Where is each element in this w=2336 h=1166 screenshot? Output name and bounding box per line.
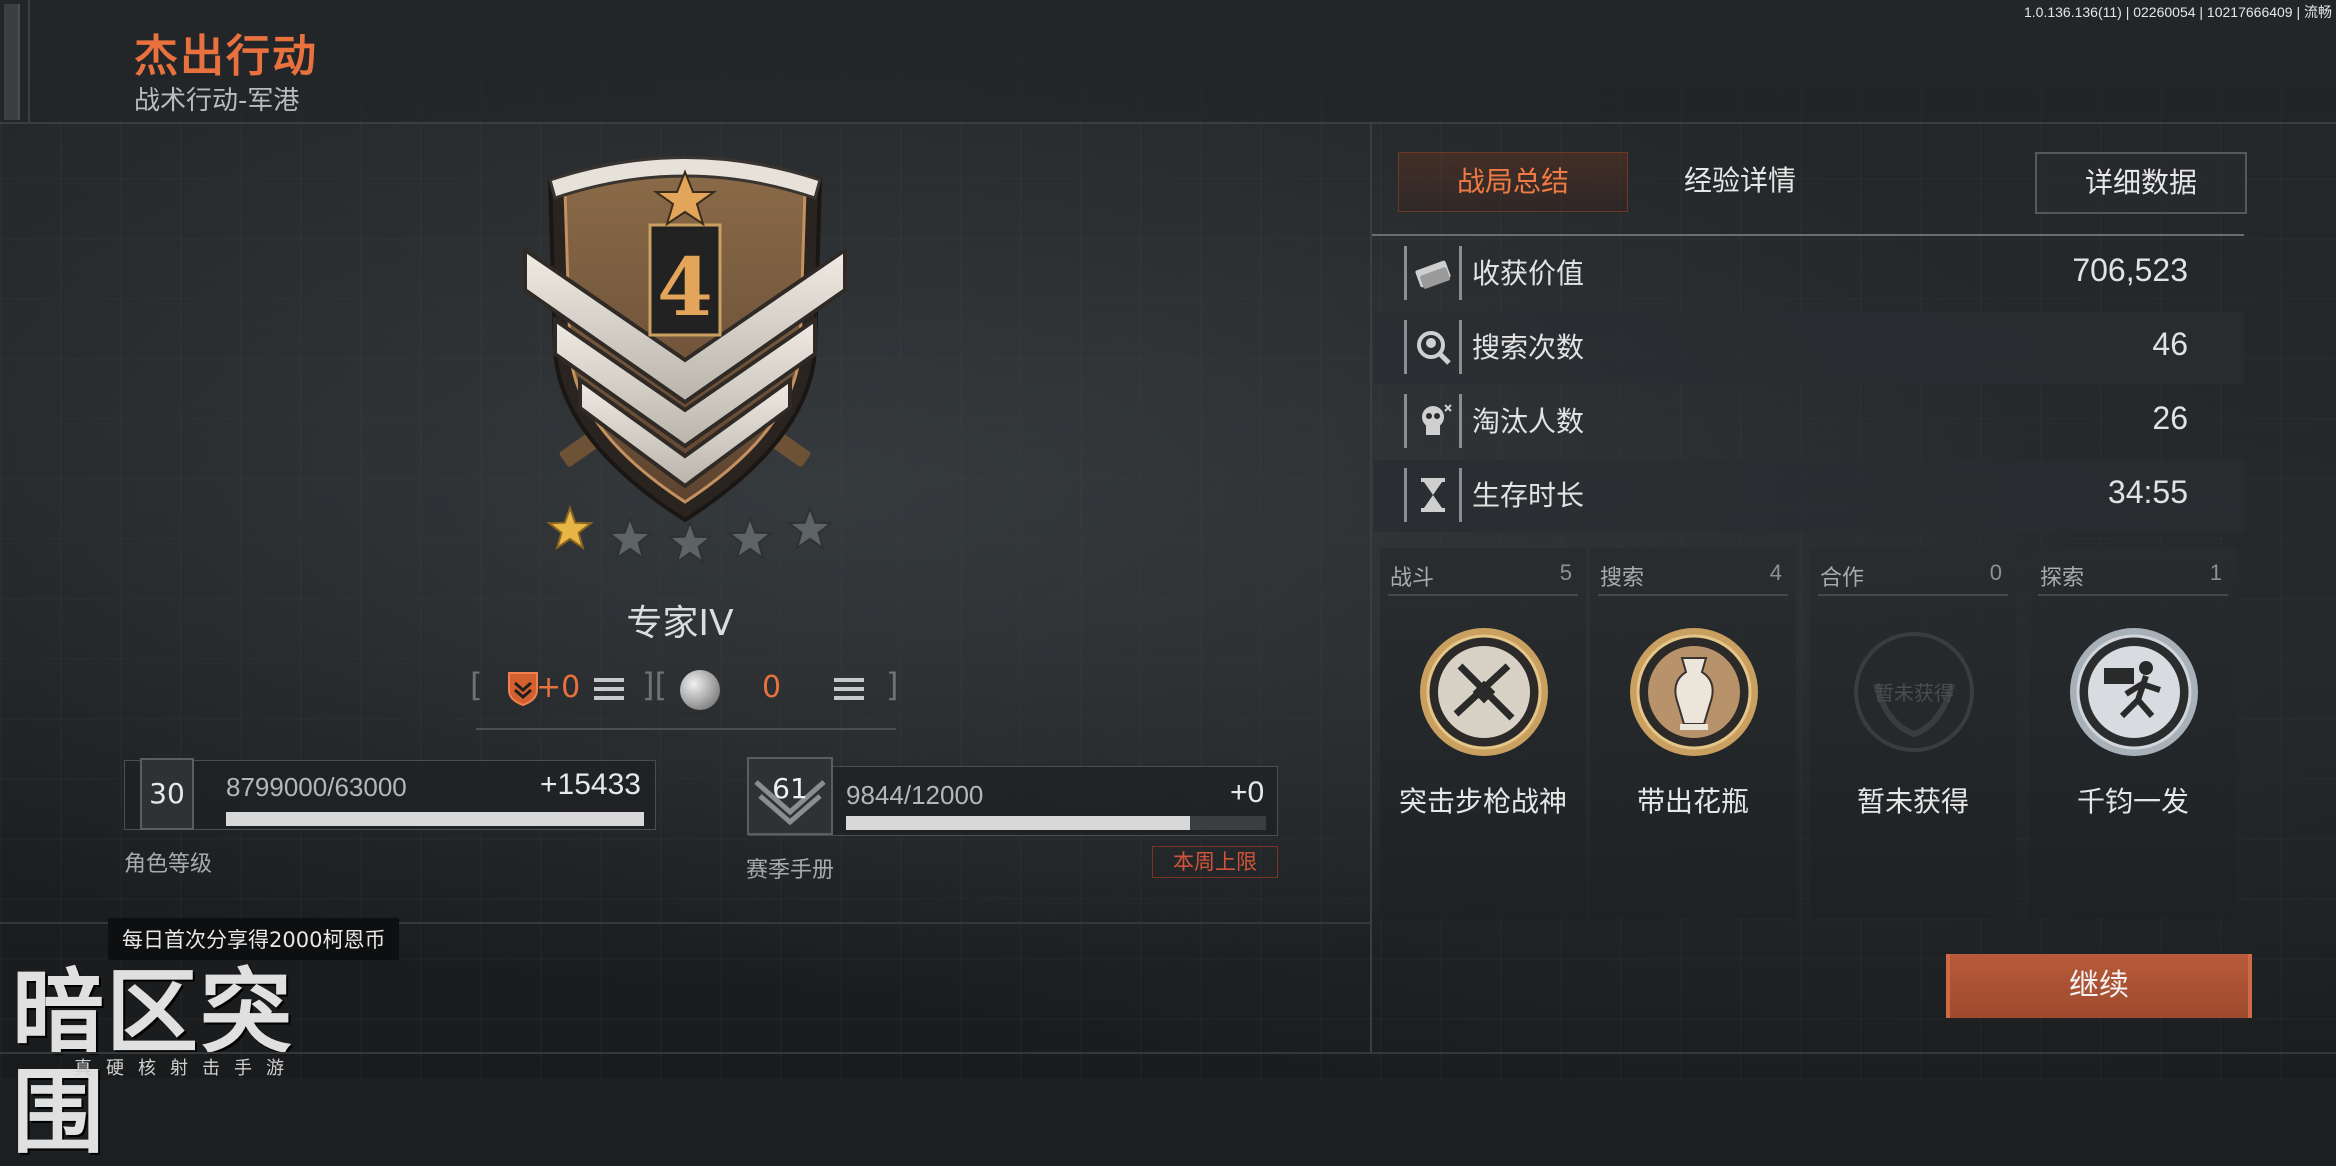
season-pass-bar <box>846 816 1266 830</box>
rank-badge-icon: 4 <box>523 156 847 523</box>
merit-icon <box>508 672 538 706</box>
achievement-header: 战斗 5 <box>1388 556 1578 596</box>
coin-list-icon[interactable] <box>834 678 864 700</box>
detailed-data-button[interactable]: 详细数据 <box>2035 152 2247 214</box>
version-info: 1.0.136.136(11) | 02260054 | 10217666409… <box>2024 4 2332 20</box>
achievement-category: 探索 <box>2040 566 2085 591</box>
stat-row-loot-value: 收获价值 706,523 <box>1374 238 2244 310</box>
merit-value: +0 <box>536 670 581 705</box>
achievement-cooperation[interactable]: 合作 0 暂未获得 暂未获得 <box>1810 548 2016 918</box>
stat-value: 706,523 <box>2072 252 2188 288</box>
rifle-medal-icon <box>1420 628 1548 756</box>
stat-value: 34:55 <box>2107 474 2188 510</box>
star-filled-icon <box>546 505 594 551</box>
coin-icon <box>680 670 720 710</box>
vase-medal-icon <box>1630 628 1758 756</box>
achievement-search[interactable]: 搜索 4 带出花瓶 <box>1590 548 1796 918</box>
top-divider <box>28 0 30 122</box>
star-empty-icon <box>786 505 834 551</box>
bracket-mid: ][ <box>642 666 667 704</box>
badge-number: 4 <box>657 240 713 334</box>
stat-label: 淘汰人数 <box>1472 405 1585 438</box>
star-empty-icon <box>606 515 654 561</box>
stat-label: 收获价值 <box>1472 257 1585 290</box>
tab-exp-details[interactable]: 经验详情 <box>1640 152 1840 210</box>
weekly-limit-badge: 本周上限 <box>1152 846 1278 878</box>
bottom-line <box>0 1052 2336 1054</box>
stat-row-survival-time: 生存时长 34:55 <box>1374 460 2244 532</box>
character-level-bar-fill <box>226 812 644 826</box>
achievement-count: 4 <box>1769 560 1782 585</box>
currency-row: [ +0 ][ 0 ] <box>470 664 900 714</box>
character-level-bar <box>226 812 644 826</box>
achievement-count: 0 <box>1989 560 2002 585</box>
locked-medal-icon: 暂未获得 <box>1854 632 1974 752</box>
continue-button[interactable]: 继续 <box>1946 954 2252 1018</box>
currency-divider <box>476 728 896 730</box>
hourglass-icon <box>1404 468 1462 522</box>
top-left-strip <box>4 4 20 120</box>
character-level-number: 30 <box>140 758 194 830</box>
stat-value: 46 <box>2152 326 2188 362</box>
bracket-open: [ <box>470 666 483 704</box>
achievement-exploration[interactable]: 探索 1 千钧一发 <box>2030 548 2236 918</box>
achievement-count: 5 <box>1559 560 1572 585</box>
achievement-category: 合作 <box>1820 566 1865 591</box>
achievement-name: 突击步枪战神 <box>1398 785 1567 818</box>
character-level-label: 角色等级 <box>124 852 213 877</box>
center-divider <box>1370 124 1372 1054</box>
bracket-close: ] <box>886 666 899 704</box>
stat-label: 搜索次数 <box>1472 331 1585 364</box>
character-level-gain: +15433 <box>540 768 641 801</box>
search-icon <box>1404 320 1462 374</box>
achievement-header: 探索 1 <box>2038 556 2228 596</box>
achievement-name: 带出花瓶 <box>1636 785 1749 818</box>
achievement-count: 1 <box>2209 560 2222 585</box>
skull-icon <box>1404 394 1462 448</box>
achievement-header: 合作 0 <box>1818 556 2008 596</box>
game-logo: 暗区突围 真硬核射击手游 <box>10 962 370 1162</box>
page-title: 杰出行动 <box>134 31 318 82</box>
tab-underline <box>1372 234 2244 236</box>
season-pass-gain: +0 <box>1230 776 1265 809</box>
rank-name: 专家IV <box>626 603 734 644</box>
character-level-progress-text: 8799000/63000 <box>226 772 407 802</box>
stat-row-eliminations: 淘汰人数 26 <box>1374 386 2244 458</box>
coin-value: 0 <box>762 670 782 705</box>
achievement-category: 战斗 <box>1390 566 1435 591</box>
top-bar <box>0 0 2336 124</box>
merit-list-icon[interactable] <box>594 678 624 700</box>
locked-medal-text: 暂未获得 <box>1874 681 1954 705</box>
achievement-combat[interactable]: 战斗 5 突击步枪战神 <box>1380 548 1586 918</box>
stat-label: 生存时长 <box>1472 479 1585 512</box>
share-tip[interactable]: 每日首次分享得2000柯恩币 <box>108 918 400 960</box>
season-pass-progress-text: 9844/12000 <box>846 780 984 810</box>
achievement-name: 千钧一发 <box>2076 785 2189 818</box>
stat-row-search-count: 搜索次数 46 <box>1374 312 2244 384</box>
tab-summary[interactable]: 战局总结 <box>1398 152 1628 212</box>
season-pass-level: 61 <box>772 772 808 805</box>
logo-sub-text: 真硬核射击手游 <box>74 1058 298 1079</box>
star-empty-icon <box>666 519 714 565</box>
runner-medal-icon <box>2070 628 2198 756</box>
season-pass-label: 赛季手册 <box>746 858 835 883</box>
stat-value: 26 <box>2152 400 2188 436</box>
achievement-header: 搜索 4 <box>1598 556 1788 596</box>
rank-stars <box>546 505 834 565</box>
page-subtitle: 战术行动-军港 <box>134 86 300 116</box>
season-pass-bar-fill <box>846 816 1191 830</box>
money-icon <box>1404 246 1462 300</box>
achievement-name: 暂未获得 <box>1856 785 1969 818</box>
star-empty-icon <box>726 515 774 561</box>
achievement-category: 搜索 <box>1600 566 1645 591</box>
